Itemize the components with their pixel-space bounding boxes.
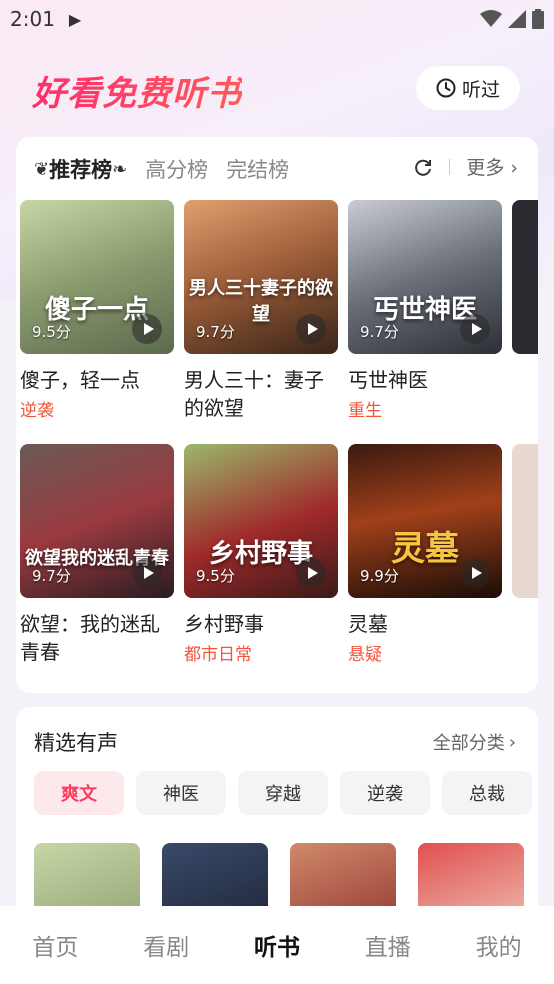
book-item[interactable]: 灵墓 9.9分 灵墓 悬疑 [348,444,502,665]
book-item[interactable]: 欲望我的迷乱青春 9.7分 欲望：我的迷乱青春 [20,444,174,666]
tab-completed[interactable]: 完结榜 [226,154,289,184]
nav-profile[interactable]: 我的 [476,928,522,962]
book-tag: 逆袭 [20,401,54,421]
play-icon[interactable] [132,558,162,588]
wifi-icon [480,10,502,27]
book-cover: 傻子一点 9.5分 [20,200,174,354]
nav-audiobook[interactable]: 听书 [254,928,300,962]
book-item[interactable]: 丐世神医 9.7分 丐世神医 重生 [348,200,502,421]
book-score: 9.5分 [196,567,235,585]
media-icon: ▶ [68,9,82,29]
book-score: 9.9分 [360,567,399,585]
history-button[interactable]: 听过 [416,66,520,110]
ranking-actions: 更多 › [413,153,518,180]
status-time: 2:01 [10,7,55,31]
book-title: 傻子，轻一点 [20,368,140,392]
nav-live[interactable]: 直播 [365,928,411,962]
play-icon[interactable] [132,314,162,344]
book-cover: 欲望我的迷乱青春 9.7分 [20,444,174,598]
tab-high-score[interactable]: 高分榜 [145,154,208,184]
history-label: 听过 [461,78,500,101]
play-icon[interactable] [296,558,326,588]
status-bar: 2:01 ▶ [0,0,554,38]
more-link[interactable]: 更多 › [466,153,518,180]
bottom-nav: 首页 看剧 听书 直播 我的 [0,906,554,984]
category-chip[interactable]: 逆袭 [340,771,430,815]
book-item-partial[interactable] [512,444,538,598]
book-score: 9.7分 [360,323,399,341]
ranking-tabs: ❦ 推荐榜 ❧ 高分榜 完结榜 [34,151,307,187]
book-cover [512,444,538,598]
book-score: 9.7分 [196,323,235,341]
all-categories-label: 全部分类 [432,733,505,754]
chevron-right-icon: › [508,731,516,753]
nav-home[interactable]: 首页 [32,928,78,962]
book-score: 9.5分 [32,323,71,341]
clock-icon [436,78,456,98]
book-cover: 乡村野事 9.5分 [184,444,338,598]
book-cover [512,200,538,354]
book-tag: 重生 [348,401,382,421]
book-title: 乡村野事 [184,612,264,636]
book-tag: 都市日常 [184,645,252,665]
app-title: 好看免费听书 [32,66,242,115]
category-chip[interactable]: 爽文 [34,771,124,815]
divider [449,158,451,175]
book-item-partial[interactable] [512,200,538,354]
play-icon[interactable] [460,558,490,588]
tab-recommend-label: 推荐榜 [49,158,113,182]
nav-drama[interactable]: 看剧 [143,928,189,962]
play-icon[interactable] [296,314,326,344]
laurel-right-icon: ❧ [112,158,128,180]
all-categories-link[interactable]: 全部分类 › [433,729,516,755]
battery-icon [532,9,544,29]
category-chip[interactable]: 穿越 [238,771,328,815]
book-tag: 悬疑 [348,645,382,665]
book-item[interactable]: 傻子一点 9.5分 傻子，轻一点 逆袭 [20,200,174,421]
signal-icon [508,10,526,28]
category-chip[interactable]: 总裁 [442,771,532,815]
book-item[interactable]: 男人三十妻子的欲望 9.7分 男人三十：妻子的欲望 [184,200,338,422]
book-title: 欲望：我的迷乱青春 [20,612,160,664]
book-cover: 灵墓 9.9分 [348,444,502,598]
book-title: 男人三十：妻子的欲望 [184,368,324,420]
ranking-card: ❦ 推荐榜 ❧ 高分榜 完结榜 更多 › 傻子一点 9.5分 傻子，轻一点 逆袭… [16,137,538,693]
section-title: 精选有声 [34,731,118,755]
app-header: 好看免费听书 听过 [0,58,554,118]
refresh-icon[interactable] [413,157,433,177]
category-chip[interactable]: 神医 [136,771,226,815]
book-title: 丐世神医 [348,368,428,392]
book-title: 灵墓 [348,612,388,636]
book-cover: 男人三十妻子的欲望 9.7分 [184,200,338,354]
more-label: 更多 [466,157,505,179]
book-cover: 丐世神医 9.7分 [348,200,502,354]
book-score: 9.7分 [32,567,71,585]
laurel-left-icon: ❦ [34,158,50,180]
play-icon[interactable] [460,314,490,344]
chevron-right-icon: › [510,157,518,179]
book-item[interactable]: 乡村野事 9.5分 乡村野事 都市日常 [184,444,338,665]
tab-recommend[interactable]: ❦ 推荐榜 ❧ [34,154,127,184]
